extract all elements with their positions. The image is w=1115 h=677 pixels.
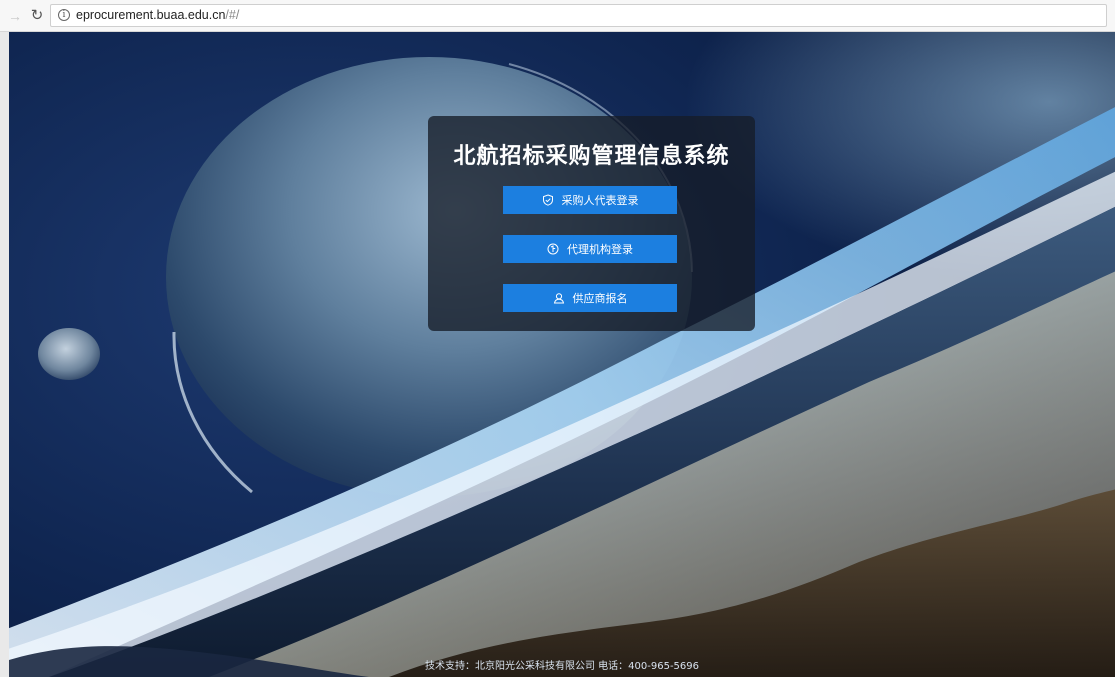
user-icon bbox=[553, 292, 565, 304]
agency-badge-icon bbox=[547, 243, 559, 255]
url-host: eprocurement.buaa.edu.cn bbox=[76, 8, 226, 22]
address-bar[interactable]: i eprocurement.buaa.edu.cn/#/ bbox=[50, 4, 1107, 27]
back-arrow-icon[interactable]: → bbox=[6, 7, 24, 25]
agency-login-label: 代理机构登录 bbox=[567, 243, 633, 256]
url-path: /#/ bbox=[225, 8, 240, 22]
url-text: eprocurement.buaa.edu.cn/#/ bbox=[76, 8, 239, 22]
login-panel: 北航招标采购管理信息系统 采购人代表登录 代理机构登录 供应商报名 bbox=[428, 116, 755, 331]
window-edge bbox=[0, 32, 9, 677]
reload-icon[interactable]: ↻ bbox=[28, 7, 46, 25]
info-icon[interactable]: i bbox=[58, 9, 70, 21]
page-title: 北航招标采购管理信息系统 bbox=[453, 144, 730, 169]
purchaser-login-label: 采购人代表登录 bbox=[561, 194, 639, 207]
shield-check-icon bbox=[542, 194, 554, 206]
agency-login-button[interactable]: 代理机构登录 bbox=[503, 235, 677, 263]
supplier-register-button[interactable]: 供应商报名 bbox=[503, 284, 677, 312]
moon-shape bbox=[38, 328, 100, 380]
supplier-register-label: 供应商报名 bbox=[572, 292, 628, 305]
browser-toolbar: → ↻ i eprocurement.buaa.edu.cn/#/ bbox=[0, 0, 1115, 32]
footer-support-text: 技术支持：北京阳光公采科技有限公司 电话：400-965-5696 bbox=[424, 661, 700, 672]
purchaser-login-button[interactable]: 采购人代表登录 bbox=[503, 186, 677, 214]
